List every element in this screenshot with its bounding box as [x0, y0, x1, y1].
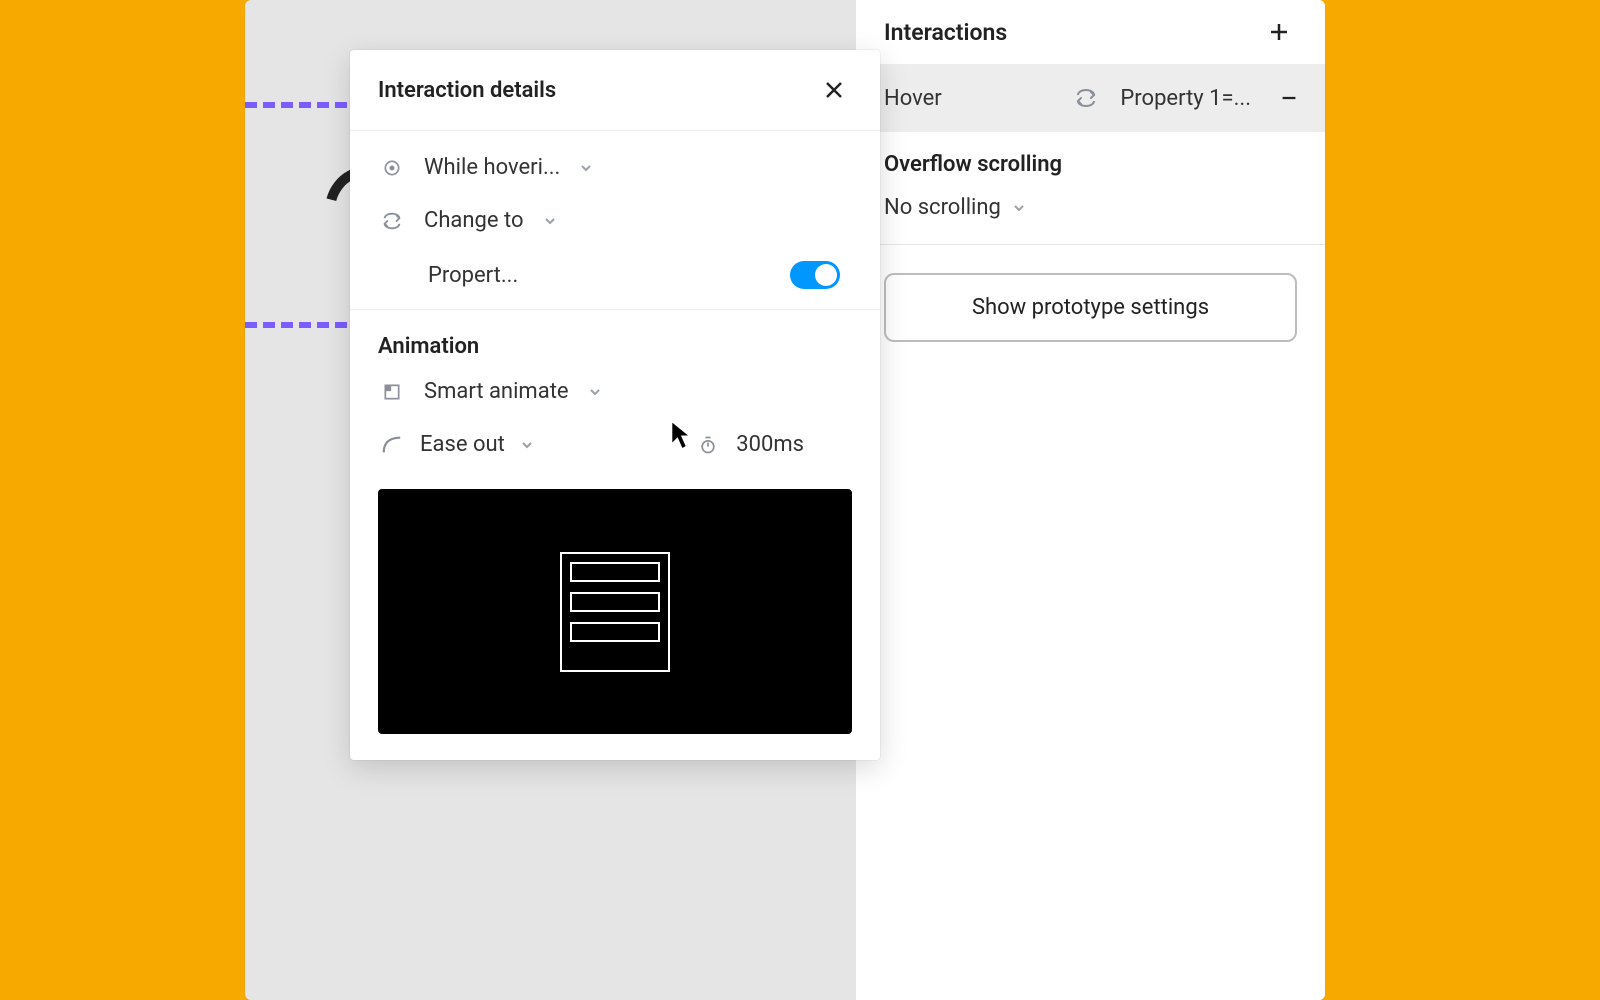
chevron-down-icon	[578, 160, 594, 176]
swap-icon	[378, 210, 406, 232]
action-select[interactable]: Change to	[350, 194, 880, 247]
remove-interaction-button[interactable]	[1271, 80, 1307, 116]
smart-animate-icon	[378, 382, 406, 402]
animation-title: Animation	[350, 324, 880, 365]
transition-label: Smart animate	[424, 379, 569, 404]
transition-select[interactable]: Smart animate	[350, 365, 880, 418]
prototype-sidebar: Interactions Hover Property 1=... O	[855, 0, 1325, 1000]
close-button[interactable]	[816, 72, 852, 108]
stopwatch-icon	[694, 435, 722, 455]
duration-value: 300ms	[736, 432, 804, 457]
chevron-down-icon	[1011, 200, 1027, 216]
chevron-down-icon	[587, 384, 603, 400]
close-icon	[822, 78, 846, 102]
interaction-trigger-label: Hover	[884, 86, 942, 111]
interactions-title: Interactions	[884, 19, 1007, 46]
chevron-down-icon	[542, 213, 558, 229]
overflow-scrolling-select[interactable]: No scrolling	[884, 195, 1027, 220]
overflow-title: Overflow scrolling	[884, 152, 1297, 177]
trigger-icon	[378, 158, 406, 178]
interaction-destination-label: Property 1=...	[1120, 86, 1251, 111]
trigger-label: While hoveri...	[424, 155, 560, 180]
canvas-dash-1	[245, 102, 365, 108]
easing-select[interactable]: Ease out	[378, 432, 535, 457]
add-interaction-button[interactable]	[1261, 14, 1297, 50]
trigger-select[interactable]: While hoveri...	[350, 141, 880, 194]
preview-bar	[570, 562, 660, 582]
canvas-dash-2	[245, 322, 365, 328]
chevron-down-icon	[519, 437, 535, 453]
swap-icon	[1072, 86, 1100, 110]
show-prototype-settings-button[interactable]: Show prototype settings	[884, 273, 1297, 342]
ease-curve-icon	[378, 434, 406, 456]
property-toggle[interactable]	[790, 261, 840, 289]
interaction-list-item[interactable]: Hover Property 1=...	[856, 64, 1325, 132]
preview-bar	[570, 622, 660, 642]
action-label: Change to	[424, 208, 524, 233]
duration-input[interactable]: 300ms	[694, 432, 804, 457]
property-label: Propert...	[428, 263, 518, 288]
show-prototype-settings-label: Show prototype settings	[972, 295, 1209, 320]
interaction-details-popover: Interaction details While hoveri... Chan…	[350, 50, 880, 760]
plus-icon	[1267, 20, 1291, 44]
preview-bar	[570, 592, 660, 612]
preview-frame	[560, 552, 670, 672]
minus-icon	[1278, 87, 1300, 109]
overflow-value: No scrolling	[884, 195, 1001, 220]
popover-title: Interaction details	[378, 78, 556, 103]
animation-preview	[378, 489, 852, 734]
easing-label: Ease out	[420, 432, 505, 457]
